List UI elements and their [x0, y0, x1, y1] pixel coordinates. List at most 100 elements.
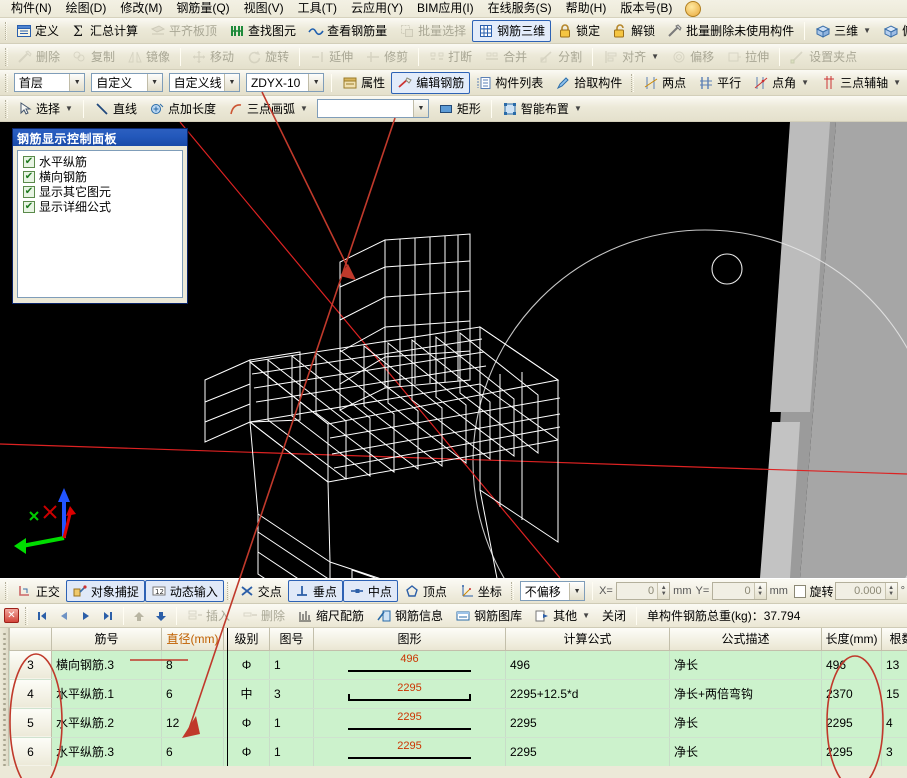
unlock-button[interactable]: 解锁 [606, 20, 661, 42]
rotate-spinner[interactable]: ▲ ▼ [884, 583, 897, 599]
merge-button[interactable]: 合并 [478, 46, 533, 68]
chevron-down-icon[interactable]: ▼ [582, 611, 590, 620]
cell-diameter[interactable]: 6 [161, 678, 224, 709]
cell-rebar-no[interactable]: 水平纵筋.1 [51, 678, 162, 709]
col-header-count[interactable]: 根数 [881, 628, 907, 651]
cell-diameter[interactable]: 6 [161, 736, 224, 766]
break-button[interactable]: 打断 [423, 46, 478, 68]
cell-shape[interactable]: 496 [313, 649, 506, 680]
table-row[interactable]: 5 水平纵筋.2 12 Φ 1 2295 2295 净长 2295 4 0 [9, 707, 907, 738]
rebar-table[interactable]: 筋号 直径(mm) 级别 图号 图形 计算公式 公式描述 长度(mm) 根数 搭… [9, 628, 907, 766]
cell-formula[interactable]: 2295 [505, 707, 670, 738]
toolbar-grip[interactable] [510, 582, 514, 600]
checkbox-show-other-elements[interactable]: ✔ [23, 185, 35, 198]
menu-item-version[interactable]: 版本号(B) [613, 0, 679, 17]
cell-diameter[interactable]: 8 [161, 649, 224, 680]
toolbar-grip[interactable] [25, 606, 28, 625]
next-record-button[interactable] [75, 608, 97, 624]
menu-item-cloud[interactable]: 云应用(Y) [344, 0, 410, 17]
chevron-down-icon[interactable]: ▼ [569, 582, 585, 600]
rebar-3d-button[interactable]: 钢筋三维 [472, 19, 552, 42]
insert-row-button[interactable]: 插入 [181, 605, 236, 627]
chevron-down-icon[interactable]: ▼ [65, 104, 73, 113]
toolbar-grip[interactable] [5, 47, 8, 66]
rebar-library-button[interactable]: 钢筋图库 [449, 605, 528, 627]
summary-calc-button[interactable]: Σ 汇总计算 [65, 20, 144, 42]
extend-button[interactable]: 延伸 [304, 46, 359, 68]
chevron-down-icon[interactable]: ▼ [69, 74, 85, 91]
rebar-option-row[interactable]: ✔ 显示其它图元 [20, 184, 180, 199]
col-header-rebar-no[interactable]: 筋号 [51, 628, 162, 651]
align-slab-top-button[interactable]: 平齐板顶 [144, 20, 223, 42]
cell-rebar-no[interactable]: 水平纵筋.2 [51, 707, 162, 738]
checkbox-horizontal-longitudinal[interactable]: ✔ [23, 155, 35, 168]
col-header-formula-desc[interactable]: 公式描述 [669, 628, 822, 651]
table-row[interactable]: 4 水平纵筋.1 6 中 3 2295 2295+12.5*d 净长+两倍弯钩 … [9, 678, 907, 709]
rebar-option-row[interactable]: ✔ 显示详细公式 [20, 199, 180, 214]
chevron-down-icon[interactable]: ▼ [801, 78, 809, 87]
cell-formula-desc[interactable]: 净长+两倍弯钩 [669, 678, 822, 709]
smart-layout-button[interactable]: 智能布置 ▼ [496, 98, 588, 120]
col-header-index[interactable] [9, 628, 52, 651]
previous-record-button[interactable] [53, 608, 75, 624]
cell-rebar-no[interactable]: 水平纵筋.3 [51, 736, 162, 766]
cell-shape-no[interactable]: 1 [269, 649, 314, 680]
cell-formula-desc[interactable]: 净长 [669, 736, 822, 766]
custom-type-select[interactable]: 自定义 ▼ [91, 73, 163, 92]
custom-line-select[interactable]: 自定义线 ▼ [168, 73, 240, 92]
cell-count[interactable]: 15 [881, 678, 907, 709]
toolbar-grip[interactable] [226, 582, 230, 600]
move-down-button[interactable] [150, 608, 172, 624]
pick-component-button[interactable]: 拾取构件 [549, 72, 628, 94]
table-row[interactable]: 6 水平纵筋.3 6 Φ 1 2295 2295 净长 2295 3 0 [9, 736, 907, 766]
menu-item-component[interactable]: 构件(N) [4, 0, 59, 17]
cell-length[interactable]: 2295 [821, 736, 882, 766]
chevron-down-icon[interactable]: ▼ [893, 78, 901, 87]
cell-shape[interactable]: 2295 [313, 707, 506, 738]
checkbox-transverse-rebar[interactable]: ✔ [23, 170, 35, 183]
move-button[interactable]: 移动 [185, 46, 240, 68]
cell-formula[interactable]: 2295+12.5*d [505, 678, 670, 709]
offset-mode-select[interactable]: 不偏移 ▼ [519, 581, 586, 601]
three-d-view-button[interactable]: 三维 ▼ [809, 20, 877, 42]
cell-length[interactable]: 2295 [821, 707, 882, 738]
parallel-axis-button[interactable]: 平行 [692, 72, 747, 94]
edit-rebar-button[interactable]: 编辑钢筋 [391, 71, 471, 94]
draw-style-select[interactable]: ▼ [316, 99, 429, 118]
rebar-option-row[interactable]: ✔ 横向钢筋 [20, 169, 180, 184]
menu-item-view[interactable]: 视图(V) [237, 0, 291, 17]
cell-diameter[interactable]: 12 [161, 707, 224, 738]
rebar-display-control-panel[interactable]: 钢筋显示控制面板 ✔ 水平纵筋 ✔ 横向钢筋 ✔ 显示其它图元 ✔ 显示详细公式 [12, 128, 188, 304]
column-splitter[interactable] [227, 628, 228, 766]
cell-count[interactable]: 4 [881, 707, 907, 738]
three-point-axis-button[interactable]: 三点辅轴 ▼ [815, 72, 907, 94]
last-record-button[interactable] [97, 608, 119, 624]
intersection-snap-toggle[interactable]: 交点 [233, 580, 288, 602]
copy-button[interactable]: 复制 [66, 46, 121, 68]
ortho-toggle[interactable]: 正交 [11, 580, 66, 602]
delete-button[interactable]: 删除 [11, 46, 66, 68]
cell-formula-desc[interactable]: 净长 [669, 707, 822, 738]
point-angle-axis-button[interactable]: 点角 ▼ [747, 72, 815, 94]
rotate-checkbox[interactable] [793, 584, 806, 598]
rebar-table-container[interactable]: 筋号 直径(mm) 级别 图号 图形 计算公式 公式描述 长度(mm) 根数 搭… [0, 628, 907, 766]
table-row[interactable]: 3 横向钢筋.3 8 Φ 1 496 496 净长 496 13 0 [9, 649, 907, 680]
chevron-down-icon[interactable]: ▼ [223, 74, 239, 91]
x-coordinate-input[interactable]: 0 ▲ ▼ [615, 582, 671, 600]
define-button[interactable]: 定义 [10, 20, 65, 42]
toolbar-grip[interactable] [5, 99, 8, 118]
cell-rebar-no[interactable]: 横向钢筋.3 [51, 649, 162, 680]
align-button[interactable]: 对齐 ▼ [597, 46, 665, 68]
cell-grade[interactable]: 中 [223, 678, 270, 709]
checkbox-show-detailed-formula[interactable]: ✔ [23, 200, 35, 213]
point-length-tool-button[interactable]: 点加长度 [143, 98, 222, 120]
other-button[interactable]: 其他 ▼ [528, 605, 596, 627]
cell-length[interactable]: 496 [821, 649, 882, 680]
cell-formula-desc[interactable]: 净长 [669, 649, 822, 680]
dynamic-input-toggle[interactable]: 12 动态输入 [144, 580, 224, 602]
object-snap-toggle[interactable]: 对象捕捉 [65, 580, 145, 602]
y-spinner[interactable]: ▲ ▼ [753, 583, 766, 599]
toolbar-grip[interactable] [631, 73, 635, 92]
col-header-shape[interactable]: 图形 [313, 628, 506, 651]
find-element-button[interactable]: 查找图元 [223, 20, 302, 42]
